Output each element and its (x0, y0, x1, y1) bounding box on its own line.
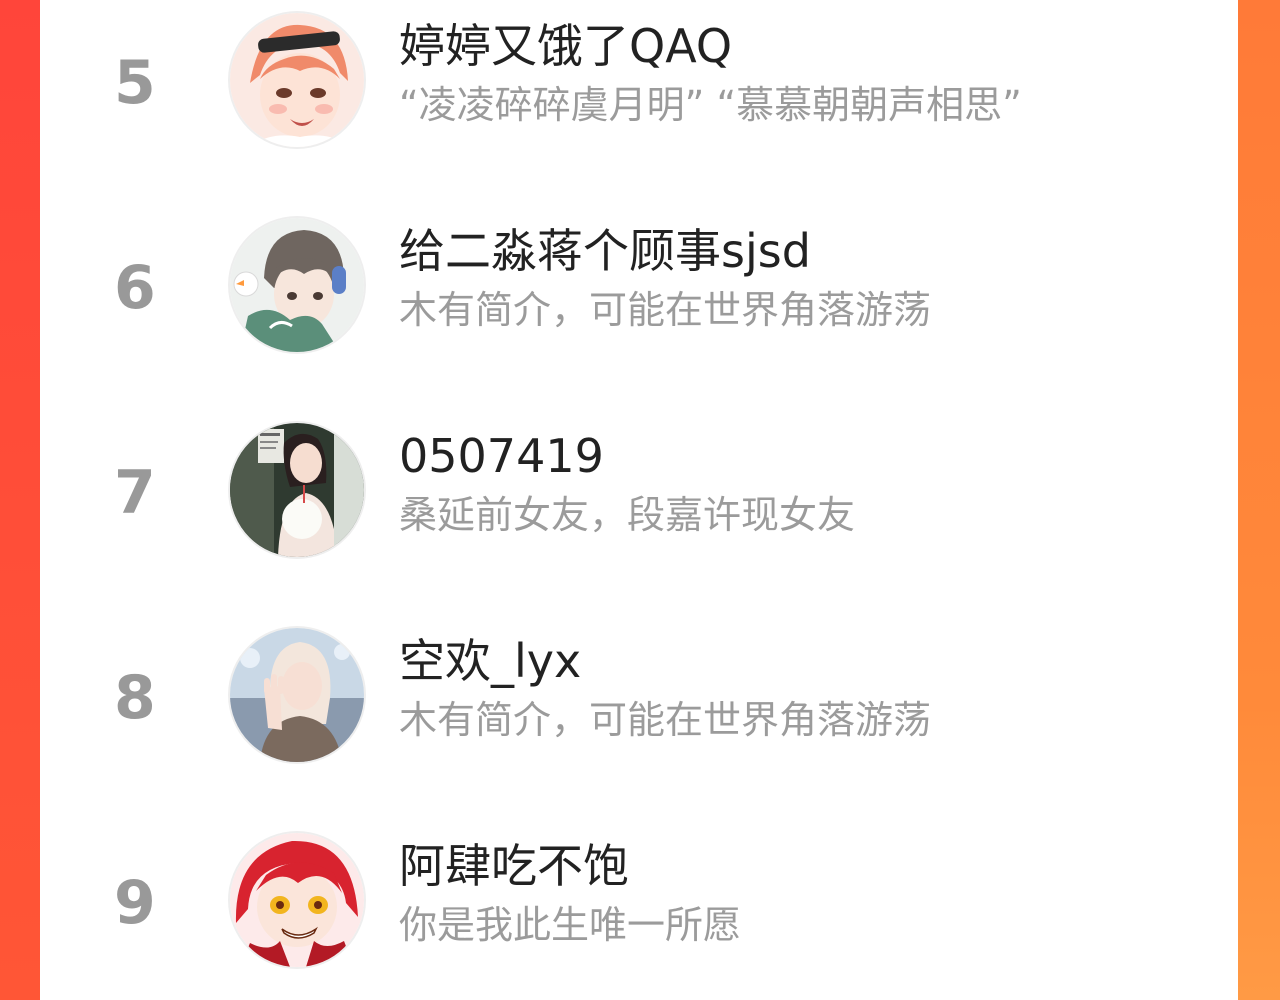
leaderboard-row[interactable]: 8 空欢_lyx 木有简介，可能在世界角落游荡 (40, 615, 1238, 795)
rank-number: 9 (114, 868, 156, 938)
rank-number: 6 (114, 253, 156, 323)
user-name: 0507419 (399, 429, 604, 483)
user-bio: 木有简介，可能在世界角落游荡 (399, 288, 932, 332)
user-bio: 你是我此生唯一所愿 (399, 903, 742, 947)
left-background-strip (0, 0, 40, 1000)
rank-number: 7 (114, 458, 156, 528)
anime-redhair-avatar-icon[interactable] (230, 833, 364, 967)
right-background-strip (1238, 0, 1280, 1000)
user-name: 阿肆吃不饱 (399, 839, 629, 893)
leaderboard-row[interactable]: 5 婷婷又饿了QAQ “凌凌碎碎虞月明” “慕慕朝朝声相思” (40, 0, 1238, 180)
leaderboard-row[interactable]: 9 阿肆吃不饱 你是我此生唯一所愿 (40, 820, 1238, 1000)
user-name: 给二淼蒋个顾事sjsd (399, 224, 811, 278)
anime-headphones-avatar-icon[interactable] (230, 218, 364, 352)
rank-number: 8 (114, 663, 156, 733)
user-name: 婷婷又饿了QAQ (399, 19, 733, 73)
rank-number: 5 (114, 48, 156, 118)
leaderboard-row[interactable]: 6 给二淼蒋个顾事sjsd 木有简介，可能在世界角落游荡 (40, 205, 1238, 385)
anime-boy-avatar-icon[interactable] (230, 13, 364, 147)
user-bio: 桑延前女友，段嘉许现女友 (399, 493, 856, 537)
leaderboard-row[interactable]: 7 0507419 桑延前女友，段嘉许现女友 (40, 410, 1238, 590)
user-bio: 木有简介，可能在世界角落游荡 (399, 698, 932, 742)
user-bio: “凌凌碎碎虞月明” “慕慕朝朝声相思” (399, 83, 1022, 127)
girl-photo-avatar-icon[interactable] (230, 423, 364, 557)
girl-waving-avatar-icon[interactable] (230, 628, 364, 762)
leaderboard-panel: 5 婷婷又饿了QAQ “凌凌碎碎虞月明” “慕慕朝朝声相思” 6 给二淼蒋个顾事… (40, 0, 1238, 1000)
user-name: 空欢_lyx (399, 634, 582, 688)
